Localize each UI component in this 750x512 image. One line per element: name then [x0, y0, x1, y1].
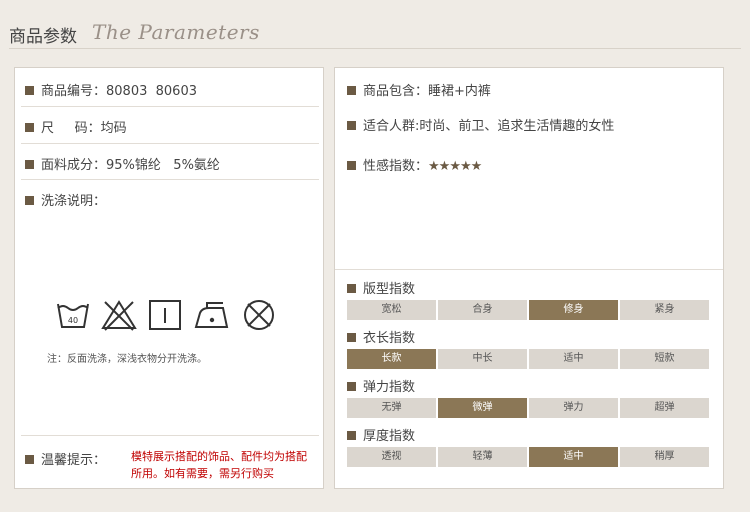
- wash-label: 洗涤说明：: [41, 194, 107, 209]
- item-no-value: 80803 80603: [106, 84, 197, 99]
- index-option: 轻薄: [438, 447, 527, 467]
- index-option: 弹力: [529, 398, 618, 418]
- index-option: 短款: [620, 349, 709, 369]
- index-title: 厚度指数: [347, 425, 415, 444]
- index-option: 中长: [438, 349, 527, 369]
- index-option: 修身: [529, 300, 618, 320]
- index-options: 长款 中长 适中 短款: [347, 349, 709, 369]
- index-title: 版型指数: [347, 278, 415, 297]
- people-value: 时尚、前卫、追求生活情趣的女性: [419, 119, 615, 134]
- no-bleach-icon: [101, 300, 137, 331]
- no-dryclean-icon: [244, 300, 274, 330]
- index-title: 弹力指数: [347, 376, 415, 395]
- bullet-icon: [347, 431, 356, 440]
- index-option: 微弹: [438, 398, 527, 418]
- bullet-icon: [347, 382, 356, 391]
- bullet-icon: [25, 123, 34, 132]
- item-no-row: 商品编号：80803 80603: [25, 80, 197, 99]
- index-option: 透视: [347, 447, 436, 467]
- header-divider: [9, 48, 741, 49]
- bullet-icon: [347, 161, 356, 170]
- index-title-label: 衣长指数: [363, 331, 416, 346]
- package-label: 商品包含：: [363, 84, 429, 99]
- index-options: 透视 轻薄 适中 稍厚: [347, 447, 709, 467]
- index-option: 长款: [347, 349, 436, 369]
- fabric-value: 95%锦纶 5%氨纶: [106, 158, 220, 173]
- people-row: 适合人群:时尚、前卫、追求生活情趣的女性: [347, 115, 614, 134]
- sexy-row: 性感指数：★★★★★: [347, 155, 482, 174]
- size-label: 尺 码：: [41, 121, 101, 136]
- wash-40-icon: 40: [57, 303, 89, 328]
- divider: [335, 269, 723, 270]
- index-option: 适中: [529, 349, 618, 369]
- header: 商品参数 The Parameters: [0, 0, 750, 62]
- header-subtitle: The Parameters: [92, 20, 260, 44]
- tips-text: 模特展示搭配的饰品、配件均为搭配所用。如有需要，需另行购买: [131, 450, 307, 480]
- size-value: 均码: [100, 121, 127, 136]
- bullet-icon: [25, 86, 34, 95]
- index-option: 宽松: [347, 300, 436, 320]
- item-no-label: 商品编号：: [41, 84, 107, 99]
- fabric-label: 面料成分：: [41, 158, 107, 173]
- index-option: 无弹: [347, 398, 436, 418]
- package-row: 商品包含：睡裙+内裤: [347, 80, 491, 99]
- hang-dry-icon: [149, 300, 181, 330]
- index-options: 宽松 合身 修身 紧身: [347, 300, 709, 320]
- index-title-label: 厚度指数: [363, 429, 416, 444]
- bullet-icon: [347, 86, 356, 95]
- size-row: 尺 码：均码: [25, 117, 127, 136]
- index-option: 超弹: [620, 398, 709, 418]
- bullet-icon: [25, 160, 34, 169]
- fabric-row: 面料成分：95%锦纶 5%氨纶: [25, 154, 220, 173]
- index-option: 稍厚: [620, 447, 709, 467]
- care-icons: 40: [55, 299, 277, 331]
- index-option: 适中: [529, 447, 618, 467]
- divider: [21, 143, 319, 144]
- iron-low-icon: [194, 302, 229, 328]
- index-title-label: 弹力指数: [363, 380, 416, 395]
- wash-note: 注：反面洗涤，深浅衣物分开洗涤。: [47, 354, 207, 365]
- sexy-label: 性感指数：: [363, 159, 429, 174]
- divider: [21, 435, 319, 436]
- right-panel: 商品包含：睡裙+内裤 适合人群:时尚、前卫、追求生活情趣的女性 性感指数：★★★…: [334, 67, 724, 489]
- tips-label: 温馨提示：: [41, 453, 107, 468]
- package-value: 睡裙+内裤: [428, 84, 491, 99]
- star-rating: ★★★★★: [428, 159, 482, 174]
- wash-temp: 40: [68, 316, 78, 325]
- bullet-icon: [25, 196, 34, 205]
- index-option: 合身: [438, 300, 527, 320]
- tips-row: 温馨提示：: [25, 449, 106, 468]
- bullet-icon: [347, 284, 356, 293]
- index-title: 衣长指数: [347, 327, 415, 346]
- header-title: 商品参数: [9, 27, 77, 47]
- index-title-label: 版型指数: [363, 282, 416, 297]
- people-label: 适合人群:: [363, 119, 420, 134]
- bullet-icon: [347, 333, 356, 342]
- left-panel: 商品编号：80803 80603 尺 码：均码 面料成分：95%锦纶 5%氨纶 …: [14, 67, 324, 489]
- bullet-icon: [25, 455, 34, 464]
- wash-row: 洗涤说明：: [25, 190, 106, 209]
- index-option: 紧身: [620, 300, 709, 320]
- divider: [21, 106, 319, 107]
- bullet-icon: [347, 121, 356, 130]
- index-options: 无弹 微弹 弹力 超弹: [347, 398, 709, 418]
- divider: [21, 179, 319, 180]
